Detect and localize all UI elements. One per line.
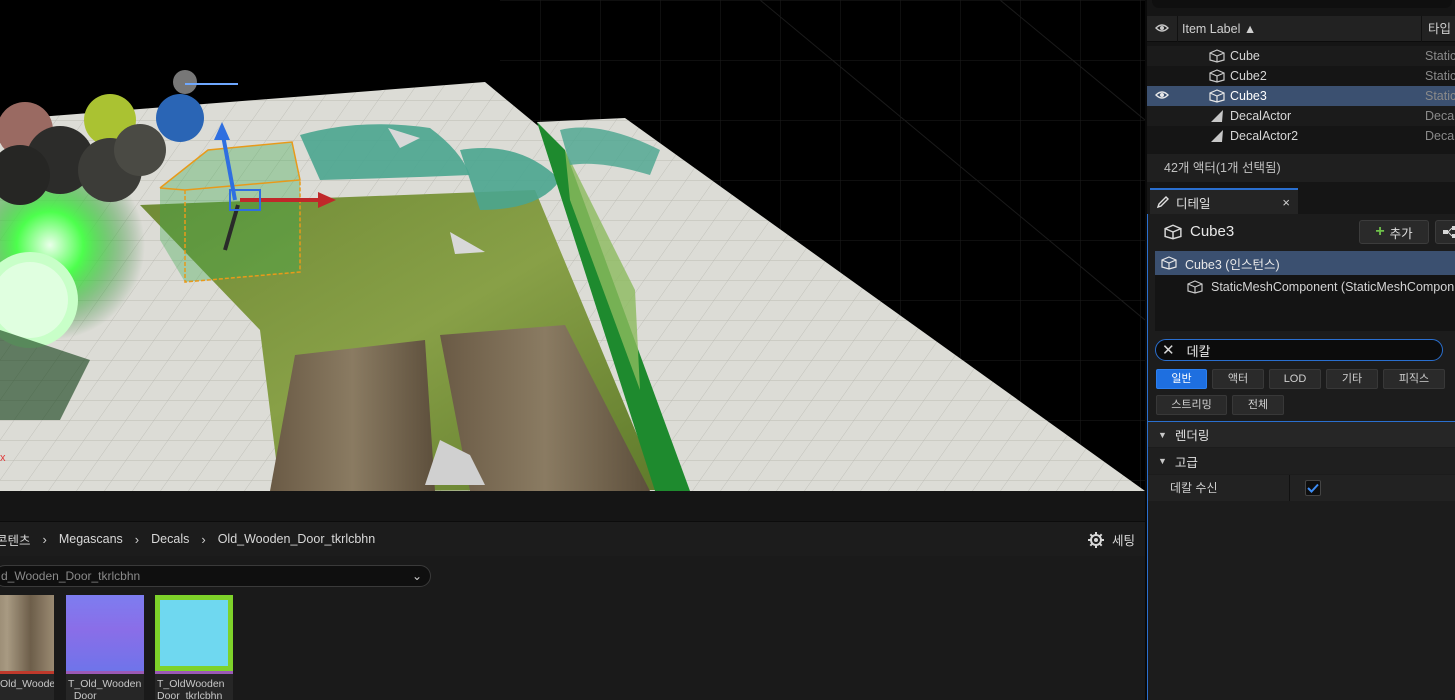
filter-actor[interactable]: 액터 bbox=[1212, 369, 1264, 389]
property-name: 데칼 수신 bbox=[1148, 475, 1290, 501]
asset-tile[interactable]: Old_Wooden _ bbox=[0, 595, 54, 700]
chevron-right-icon[interactable]: › bbox=[135, 532, 139, 547]
details-actor-name[interactable]: Cube3 bbox=[1190, 223, 1234, 240]
outliner-row-type: Static bbox=[1425, 49, 1455, 63]
filter-streaming[interactable]: 스트리밍 bbox=[1156, 395, 1227, 415]
outliner-list: Cube Static Cube2 Static Cube3 Static De… bbox=[1147, 43, 1455, 146]
path-dropdown[interactable]: d_Wooden_Door_tkrlcbhn ⌄ bbox=[0, 565, 431, 587]
outliner-row-cube[interactable]: Cube Static bbox=[1147, 46, 1455, 66]
column-item-label[interactable]: Item Label ▲ bbox=[1177, 15, 1421, 42]
outliner-row-type: Static bbox=[1425, 89, 1455, 103]
axis-x-label: x bbox=[0, 452, 6, 464]
outliner-row-cube3[interactable]: Cube3 Static bbox=[1147, 86, 1455, 106]
component-row-staticmesh[interactable]: StaticMeshComponent (StaticMeshCompon bbox=[1155, 275, 1455, 299]
cube-icon bbox=[1209, 89, 1225, 103]
outliner-row-decalactor2[interactable]: DecalActor2 Deca bbox=[1147, 126, 1455, 146]
asset-label: T_OldWooden Door_tkrlcbhn bbox=[157, 678, 225, 700]
chevron-down-icon: ⌄ bbox=[411, 569, 422, 583]
content-browser: 콘텐츠 › Megascans › Decals › Old_Wooden_Do… bbox=[0, 491, 1145, 700]
pencil-icon bbox=[1156, 196, 1169, 209]
chevron-right-icon[interactable]: › bbox=[201, 532, 205, 547]
asset-thumbnail bbox=[0, 595, 54, 671]
section-rendering[interactable]: ▼ 렌더링 bbox=[1148, 421, 1455, 447]
filter-general[interactable]: 일반 bbox=[1156, 369, 1207, 389]
viewport-scene bbox=[0, 0, 1145, 491]
filter-lod[interactable]: LOD bbox=[1269, 369, 1321, 389]
asset-tile[interactable]: T_Old_Wooden _Door_ bbox=[66, 595, 144, 700]
outliner-row-type: Deca bbox=[1425, 109, 1455, 123]
eye-icon[interactable] bbox=[1147, 89, 1177, 103]
subsection-advanced-label: 고급 bbox=[1174, 455, 1198, 470]
details-actor-header: Cube3 bbox=[1164, 223, 1234, 240]
right-panel: Item Label ▲ 타입 Cube Static Cube2 Static… bbox=[1145, 0, 1455, 700]
outliner-row-name: Cube2 bbox=[1230, 69, 1267, 83]
gear-icon bbox=[1087, 531, 1104, 548]
section-rendering-label: 렌더링 bbox=[1174, 429, 1210, 443]
breadcrumb-item-folder[interactable]: Old_Wooden_Door_tkrlcbhn bbox=[218, 532, 376, 546]
breadcrumb: 콘텐츠 › Megascans › Decals › Old_Wooden_Do… bbox=[0, 522, 1145, 556]
outliner-row-name: DecalActor2 bbox=[1230, 129, 1299, 143]
filter-physics[interactable]: 피직스 bbox=[1383, 369, 1445, 389]
outliner-row-name: Cube3 bbox=[1230, 89, 1267, 103]
breadcrumb-item-content[interactable]: 콘텐츠 bbox=[0, 530, 31, 549]
breadcrumb-item-megascans[interactable]: Megascans bbox=[59, 532, 123, 546]
cube-icon bbox=[1161, 256, 1177, 270]
details-search-value: 데칼 bbox=[1186, 343, 1211, 359]
close-icon[interactable]: × bbox=[1282, 195, 1290, 210]
settings-button[interactable]: 세팅 bbox=[1087, 530, 1135, 549]
tab-details-label: 디테일 bbox=[1176, 196, 1211, 211]
filter-misc[interactable]: 기타 bbox=[1326, 369, 1378, 389]
eye-icon[interactable] bbox=[1147, 22, 1177, 36]
outliner-search-input[interactable] bbox=[1152, 0, 1452, 8]
subsection-advanced[interactable]: ▼ 고급 bbox=[1148, 448, 1455, 474]
outliner-row-name: Cube bbox=[1230, 49, 1260, 63]
chevron-right-icon[interactable]: › bbox=[43, 532, 47, 547]
cube-icon bbox=[1209, 69, 1225, 83]
outliner-row-cube2[interactable]: Cube2 Static bbox=[1147, 66, 1455, 86]
collapse-triangle-icon: ▼ bbox=[1158, 456, 1167, 466]
outliner-header: Item Label ▲ 타입 bbox=[1147, 15, 1455, 42]
receives-decals-checkbox[interactable] bbox=[1305, 480, 1321, 496]
tab-details[interactable]: 디테일 × bbox=[1150, 188, 1298, 214]
details-panel: Cube3 + 추가 Cube3 (인스턴스) StaticMeshCompon… bbox=[1147, 214, 1455, 700]
clear-search-icon[interactable]: ✕ bbox=[1162, 341, 1175, 359]
details-search-input[interactable]: ✕ 데칼 bbox=[1155, 339, 1443, 361]
blueprint-icon bbox=[1443, 226, 1455, 238]
column-type[interactable]: 타입 bbox=[1421, 15, 1451, 42]
breadcrumb-item-decals[interactable]: Decals bbox=[151, 532, 189, 546]
cube-icon bbox=[1209, 49, 1225, 63]
cube-icon bbox=[1164, 223, 1182, 240]
static-mesh-icon bbox=[1187, 280, 1203, 294]
asset-thumbnail bbox=[66, 595, 144, 671]
add-component-button[interactable]: + 추가 bbox=[1359, 220, 1429, 244]
asset-tile[interactable]: T_OldWooden Door_tkrlcbhn bbox=[155, 595, 233, 700]
level-viewport[interactable]: x bbox=[0, 0, 1145, 491]
filter-chips-row2: 스트리밍 전체 bbox=[1156, 395, 1284, 415]
outliner-actor-count: 42개 액터(1개 선택됨) bbox=[1147, 154, 1455, 182]
filter-all[interactable]: 전체 bbox=[1232, 395, 1284, 415]
asset-label: Old_Wooden _ bbox=[0, 678, 54, 700]
decal-icon bbox=[1211, 130, 1223, 142]
decal-icon bbox=[1211, 110, 1223, 122]
outliner-row-name: DecalActor bbox=[1230, 109, 1292, 123]
component-row-instance[interactable]: Cube3 (인스턴스) bbox=[1155, 251, 1455, 275]
settings-label: 세팅 bbox=[1111, 534, 1135, 548]
collapse-triangle-icon: ▼ bbox=[1158, 429, 1167, 440]
blueprint-button[interactable] bbox=[1435, 220, 1455, 244]
filter-chips-row1: 일반 액터 LOD 기타 피직스 bbox=[1156, 369, 1445, 389]
outliner-row-type: Deca bbox=[1425, 129, 1455, 143]
path-value: d_Wooden_Door_tkrlcbhn bbox=[1, 569, 141, 583]
content-browser-toolbar bbox=[0, 491, 1145, 522]
asset-thumbnail bbox=[155, 595, 233, 671]
checkmark-icon bbox=[1307, 483, 1319, 493]
property-receives-decals: 데칼 수신 bbox=[1148, 475, 1455, 501]
outliner-row-type: Static bbox=[1425, 69, 1455, 83]
component-tree: Cube3 (인스턴스) StaticMeshComponent (Static… bbox=[1155, 251, 1455, 331]
outliner-row-decalactor[interactable]: DecalActor Deca bbox=[1147, 106, 1455, 126]
asset-label: T_Old_Wooden _Door_ bbox=[68, 678, 142, 700]
plus-icon: + bbox=[1375, 223, 1385, 240]
